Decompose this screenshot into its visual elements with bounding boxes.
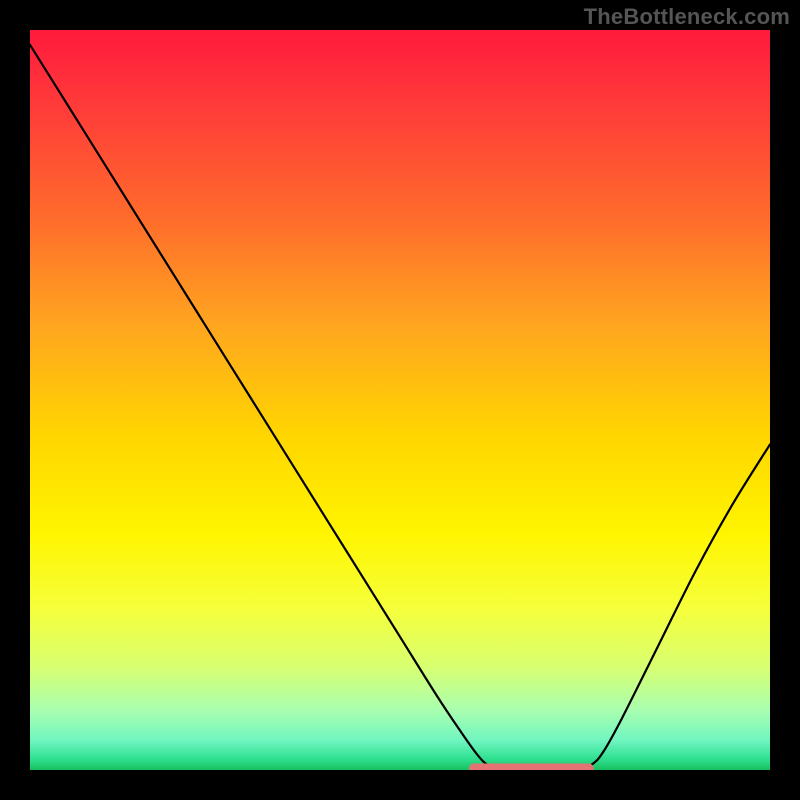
heatmap-background [30, 30, 770, 770]
optimal-range-marker [469, 764, 594, 770]
bottleneck-plot [30, 30, 770, 770]
chart-frame: TheBottleneck.com [0, 0, 800, 800]
watermark-text: TheBottleneck.com [584, 4, 790, 30]
